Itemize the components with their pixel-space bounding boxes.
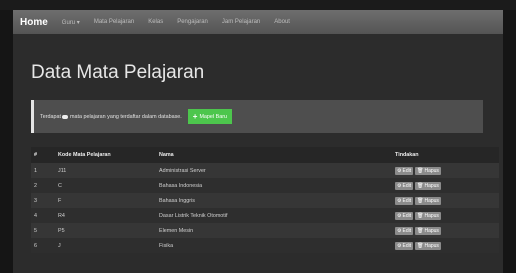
table-header-row: # Kode Mata Pelajaran Nama Tindakan: [31, 147, 499, 163]
row-actions: ⚙ Edit 🗑 Hapus: [392, 223, 499, 238]
navbar: Home Guru ▾ Mata Pelajaran Kelas Pengaja…: [13, 10, 503, 34]
gear-icon: ⚙: [397, 242, 402, 249]
row-number: 5: [31, 223, 55, 238]
table-row: 6 J Fisika ⚙ Edit 🗑 Hapus: [31, 238, 499, 253]
delete-label: Hapus: [424, 197, 439, 204]
row-actions: ⚙ Edit 🗑 Hapus: [392, 208, 499, 223]
gear-icon: ⚙: [397, 197, 402, 204]
nav-item-mata-pelajaran[interactable]: Mata Pelajaran: [87, 19, 141, 25]
row-actions: ⚙ Edit 🗑 Hapus: [392, 178, 499, 193]
row-kode: R4: [55, 208, 156, 223]
row-actions: ⚙ Edit 🗑 Hapus: [392, 163, 499, 178]
trash-icon: 🗑: [417, 197, 424, 204]
trash-icon: 🗑: [417, 227, 424, 234]
edit-button[interactable]: ⚙ Edit: [395, 226, 414, 235]
nav-item-about[interactable]: About: [267, 19, 297, 25]
nav-item-jam-pelajaran[interactable]: Jam Pelajaran: [215, 19, 267, 25]
row-actions: ⚙ Edit 🗑 Hapus: [392, 238, 499, 253]
delete-button[interactable]: 🗑 Hapus: [415, 241, 441, 250]
alert-text: mata pelajaran yang terdaftar dalam data…: [69, 113, 182, 120]
trash-icon: 🗑: [417, 242, 424, 249]
table-row: 4 R4 Dasar Listrik Teknik Otomotif ⚙ Edit…: [31, 208, 499, 223]
nav-item-pengajaran[interactable]: Pengajaran: [170, 19, 215, 25]
delete-label: Hapus: [424, 182, 439, 189]
edit-label: Edit: [402, 182, 412, 189]
delete-button[interactable]: 🗑 Hapus: [415, 226, 441, 235]
row-nama: Administrasi Server: [156, 163, 392, 178]
page-title: Data Mata Pelajaran: [31, 62, 205, 83]
edit-label: Edit: [402, 242, 412, 249]
delete-label: Hapus: [424, 227, 439, 234]
edit-label: Edit: [402, 227, 412, 234]
gear-icon: ⚙: [397, 182, 402, 189]
edit-button[interactable]: ⚙ Edit: [395, 166, 414, 175]
delete-label: Hapus: [424, 242, 439, 249]
row-kode: J11: [55, 163, 156, 178]
row-kode: C: [55, 178, 156, 193]
row-nama: Bahasa Inggris: [156, 193, 392, 208]
table-row: 1 J11 Administrasi Server ⚙ Edit 🗑 Hapus: [31, 163, 499, 178]
delete-button[interactable]: 🗑 Hapus: [415, 211, 441, 220]
table-row: 3 F Bahasa Inggris ⚙ Edit 🗑 Hapus: [31, 193, 499, 208]
row-kode: J: [55, 238, 156, 253]
row-kode: P5: [55, 223, 156, 238]
table-row: 5 P5 Elemen Mesin ⚙ Edit 🗑 Hapus: [31, 223, 499, 238]
edit-button[interactable]: ⚙ Edit: [395, 211, 414, 220]
row-nama: Fisika: [156, 238, 392, 253]
row-kode: F: [55, 193, 156, 208]
row-actions: ⚙ Edit 🗑 Hapus: [392, 193, 499, 208]
trash-icon: 🗑: [417, 182, 424, 189]
add-subject-button[interactable]: + Mapel Baru: [187, 109, 233, 124]
top-strip: [0, 0, 516, 10]
header-kode: Kode Mata Pelajaran: [55, 147, 156, 163]
delete-label: Hapus: [424, 212, 439, 219]
trash-icon: 🗑: [417, 167, 424, 174]
main-content: Data Mata Pelajaran Terdapat mata pelaja…: [13, 34, 503, 273]
delete-button[interactable]: 🗑 Hapus: [415, 166, 441, 175]
nav-brand-home[interactable]: Home: [13, 17, 56, 28]
edit-button[interactable]: ⚙ Edit: [395, 241, 414, 250]
edit-button[interactable]: ⚙ Edit: [395, 196, 414, 205]
row-number: 6: [31, 238, 55, 253]
gear-icon: ⚙: [397, 227, 402, 234]
row-number: 3: [31, 193, 55, 208]
row-nama: Elemen Mesin: [156, 223, 392, 238]
info-alert: Terdapat mata pelajaran yang terdaftar d…: [31, 100, 483, 133]
nav-item-kelas[interactable]: Kelas: [141, 19, 170, 25]
delete-button[interactable]: 🗑 Hapus: [415, 181, 441, 190]
header-tindakan: Tindakan: [392, 147, 499, 163]
row-nama: Dasar Listrik Teknik Otomotif: [156, 208, 392, 223]
alert-prefix: Terdapat: [40, 113, 61, 120]
edit-label: Edit: [402, 212, 412, 219]
trash-icon: 🗑: [417, 212, 424, 219]
delete-button[interactable]: 🗑 Hapus: [415, 196, 441, 205]
add-subject-label: Mapel Baru: [199, 113, 228, 120]
subjects-table: # Kode Mata Pelajaran Nama Tindakan 1 J1…: [31, 147, 499, 253]
row-number: 2: [31, 178, 55, 193]
gear-icon: ⚙: [397, 167, 402, 174]
row-number: 1: [31, 163, 55, 178]
nav-item-guru[interactable]: Guru ▾: [56, 19, 87, 26]
edit-label: Edit: [402, 167, 412, 174]
row-number: 4: [31, 208, 55, 223]
header-nama: Nama: [156, 147, 392, 163]
plus-icon: +: [192, 111, 198, 121]
table-row: 2 C Bahasa Indonesia ⚙ Edit 🗑 Hapus: [31, 178, 499, 193]
gear-icon: ⚙: [397, 212, 402, 219]
edit-label: Edit: [402, 197, 412, 204]
delete-label: Hapus: [424, 167, 439, 174]
row-nama: Bahasa Indonesia: [156, 178, 392, 193]
app-frame: Home Guru ▾ Mata Pelajaran Kelas Pengaja…: [0, 0, 516, 273]
edit-button[interactable]: ⚙ Edit: [395, 181, 414, 190]
header-number: #: [31, 147, 55, 163]
count-badge: [61, 114, 68, 119]
